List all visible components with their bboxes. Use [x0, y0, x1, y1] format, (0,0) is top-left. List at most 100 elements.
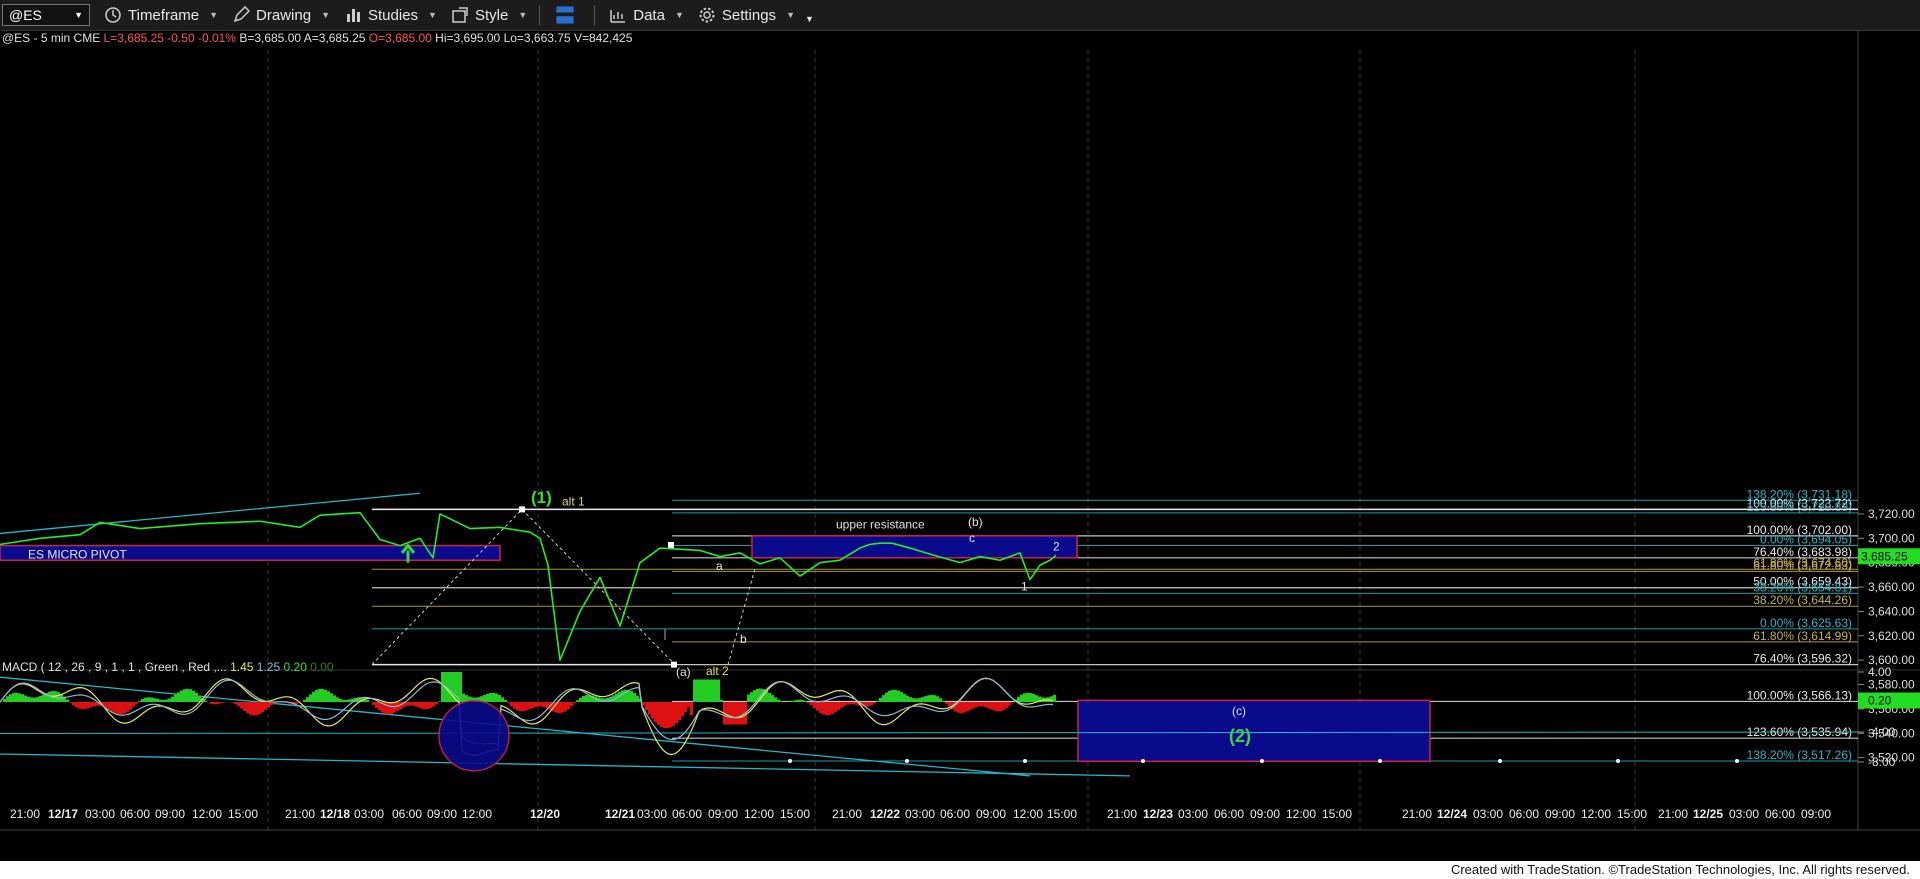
macd-histogram-bar	[315, 690, 318, 702]
gear-icon	[699, 7, 715, 23]
macd-histogram-bar	[657, 702, 660, 725]
x-axis-label: 21:00	[832, 807, 862, 821]
macd-histogram-bar	[408, 702, 411, 706]
macd-histogram-bar	[894, 689, 897, 702]
x-axis-label: 09:00	[708, 807, 738, 821]
studies-icon	[347, 9, 360, 22]
x-axis-label: 12:00	[462, 807, 492, 821]
macd-histogram-bar	[9, 694, 12, 702]
macd-histogram-bar	[240, 702, 243, 709]
x-axis-label: 09:00	[155, 807, 185, 821]
macd-histogram-bar	[18, 693, 21, 702]
fib-level-label: 61.80% (3,614.99)	[1753, 629, 1852, 643]
layout-button[interactable]	[554, 0, 582, 30]
macd-histogram-bar	[795, 700, 798, 702]
macd-histogram-bar	[222, 702, 225, 703]
settings-label: Settings	[721, 6, 777, 24]
wave-annotation: ES MICRO PIVOT	[28, 547, 127, 561]
footer: Created with TradeStation. ©TradeStation…	[0, 861, 1920, 879]
macd-histogram-bar	[717, 679, 720, 702]
macd-histogram-bar	[822, 702, 825, 715]
macd-histogram-bar	[174, 694, 177, 702]
macd-histogram-bar	[771, 695, 774, 702]
y-axis-label: 3,700.00	[1868, 531, 1915, 545]
x-axis-label: 12/20	[530, 807, 560, 821]
wave-annotation: (a)	[676, 665, 691, 679]
timeframe-label: Timeframe	[128, 6, 200, 24]
x-axis-label: 09:00	[1801, 807, 1831, 821]
macd-histogram-bar	[30, 697, 33, 702]
macd-histogram-bar	[669, 702, 672, 728]
macd-histogram-bar	[1029, 693, 1032, 702]
macd-histogram-bar	[945, 702, 948, 704]
macd-histogram-bar	[840, 702, 843, 708]
macd-histogram-bar	[66, 699, 69, 702]
macd-histogram-bar	[117, 702, 120, 715]
macd-histogram-bar	[6, 696, 9, 702]
wave-annotation: a	[716, 559, 723, 573]
fib-marker-dot	[1023, 758, 1027, 763]
chart-area[interactable]: @ES - 5 min CME L=3,685.25 -0.50 -0.01% …	[0, 30, 1920, 861]
macd-histogram-bar	[519, 702, 522, 712]
fib-level-label: 138.20% (3,517.26)	[1747, 748, 1852, 762]
macd-histogram-bar	[105, 702, 108, 708]
macd-histogram-bar	[216, 702, 219, 705]
macd-histogram-bar	[885, 692, 888, 702]
drawing-menu[interactable]: Drawing ▼	[232, 0, 330, 30]
macd-histogram-bar	[333, 695, 336, 702]
x-axis-label: 12/17	[48, 807, 78, 821]
target-box	[1077, 699, 1431, 763]
macd-histogram-bar	[948, 702, 951, 707]
macd-histogram-bar	[177, 692, 180, 702]
macd-histogram-bar	[342, 699, 345, 702]
macd-histogram-bar	[483, 694, 486, 702]
macd-histogram-bar	[537, 702, 540, 707]
settings-menu[interactable]: Settings ▼	[698, 0, 795, 30]
macd-highlight-circle	[438, 700, 510, 772]
more-menu[interactable]: ▼	[805, 0, 814, 30]
macd-histogram-bar	[738, 702, 741, 725]
macd-histogram-bar	[372, 702, 375, 705]
price-series-line	[0, 511, 1057, 661]
data-menu[interactable]: Data ▼	[609, 0, 684, 30]
macd-histogram-bar	[321, 688, 324, 702]
macd-histogram-bar	[939, 698, 942, 702]
macd-histogram-bar	[996, 702, 999, 712]
macd-histogram-bar	[705, 679, 708, 702]
timeframe-menu[interactable]: Timeframe ▼	[104, 0, 218, 30]
macd-field: 0.20	[280, 660, 307, 674]
macd-histogram-bar	[510, 702, 513, 707]
macd-trendline	[0, 731, 1859, 734]
macd-histogram-bar	[159, 699, 162, 702]
quote-field: V=842,425	[571, 31, 633, 45]
wave-annotation: alt 2	[706, 664, 729, 678]
macd-histogram-bar	[684, 702, 687, 713]
y-axis-label: 3,660.00	[1868, 580, 1915, 594]
chevron-down-icon: ▼	[209, 10, 219, 20]
symbol-selector[interactable]: @ES ▼	[2, 4, 90, 26]
macd-histogram-bar	[21, 694, 24, 702]
macd-histogram-bar	[459, 672, 462, 702]
studies-menu[interactable]: Studies ▼	[344, 0, 437, 30]
x-axis-label: 03:00	[1729, 807, 1759, 821]
macd-histogram-bar	[81, 702, 84, 710]
macd-histogram-bar	[672, 702, 675, 726]
x-axis-label: 03:00	[85, 807, 115, 821]
macd-histogram-bar	[393, 702, 396, 713]
quote-header: @ES - 5 min CME L=3,685.25 -0.50 -0.01% …	[2, 31, 633, 45]
style-menu[interactable]: Style ▼	[451, 0, 527, 30]
macd-histogram-bar	[561, 702, 564, 713]
macd-histogram-bar	[327, 691, 330, 702]
macd-histogram-bar	[90, 702, 93, 707]
fib-marker-dot	[1141, 758, 1145, 763]
macd-histogram-bar	[900, 692, 903, 702]
macd-histogram-bar	[681, 702, 684, 717]
macd-histogram-bar	[915, 698, 918, 702]
macd-histogram-bar	[57, 692, 60, 702]
macd-histogram-bar	[1026, 692, 1029, 702]
macd-histogram-bar	[564, 702, 567, 712]
macd-histogram-bar	[129, 702, 132, 710]
quote-field: B=3,685.00	[236, 31, 301, 45]
macd-field: 0.00	[307, 660, 334, 674]
x-axis-label: 12:00	[1013, 807, 1043, 821]
